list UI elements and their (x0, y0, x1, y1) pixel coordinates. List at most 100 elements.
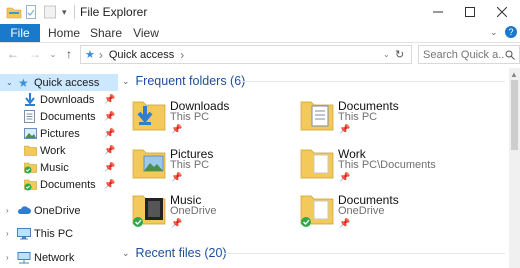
sidebar-item-label: Network (34, 251, 75, 264)
tile-location: This PC (170, 159, 210, 171)
download-folder-icon (25, 93, 35, 106)
network-icon (17, 251, 31, 263)
close-button[interactable] (486, 0, 518, 24)
pin-icon: 📌 (339, 172, 351, 182)
chevron-right-icon[interactable]: › (6, 206, 9, 215)
chevron-down-icon[interactable]: ⌄ (6, 78, 13, 87)
pin-icon: 📌 (339, 218, 351, 228)
star-icon: ★ (18, 75, 29, 90)
folder-icon (300, 149, 334, 179)
address-dropdown-icon[interactable]: ⌄ (383, 50, 390, 59)
recent-locations-icon[interactable]: ⌄ (46, 47, 60, 61)
breadcrumb-quick-access[interactable]: Quick access (109, 49, 174, 61)
scroll-up-icon[interactable]: ▲ (510, 70, 518, 79)
tab-file[interactable]: File (0, 24, 40, 42)
tile-location: This PC (338, 111, 378, 123)
new-folder-icon[interactable] (44, 4, 56, 20)
sidebar-item-documents-onedrive[interactable]: Documents 📌 (0, 176, 118, 193)
computer-icon (17, 227, 31, 239)
music-folder-icon (132, 195, 166, 227)
address-row: ← → ⌄ ↑ ★ › Quick access › ⌄ ↻ (0, 42, 520, 65)
back-button[interactable]: ← (6, 47, 20, 61)
sidebar-item-pictures[interactable]: Pictures 📌 (0, 125, 118, 142)
group-divider (224, 253, 505, 254)
forward-button[interactable]: → (28, 47, 42, 61)
pin-icon: 📌 (171, 172, 183, 182)
pin-icon: 📌 (104, 128, 116, 138)
group-header-frequent[interactable]: ⌄ Frequent folders (6) (118, 74, 245, 88)
chevron-right-icon[interactable]: › (6, 253, 9, 262)
help-icon[interactable]: ? (505, 26, 517, 38)
folder-tile-pictures[interactable]: Pictures This PC 📌 (130, 144, 300, 190)
title-bar: ▾ File Explorer (0, 0, 520, 24)
group-title: Recent files (20) (135, 246, 227, 260)
sidebar-item-label: Music (40, 161, 69, 174)
search-box (418, 45, 520, 64)
pictures-folder-icon (132, 149, 166, 179)
tile-location: This PC (170, 111, 210, 123)
sidebar-item-downloads[interactable]: Downloads 📌 (0, 91, 118, 108)
refresh-icon[interactable]: ↻ (395, 48, 404, 61)
ribbon-tabs: File Home Share View ⌄ ? (0, 24, 520, 42)
sidebar-item-network[interactable]: › Network (0, 249, 118, 266)
pin-icon: 📌 (339, 124, 351, 134)
scroll-thumb[interactable] (511, 80, 518, 150)
chevron-down-icon[interactable]: ⌄ (122, 248, 130, 259)
breadcrumb-separator[interactable]: › (180, 48, 184, 62)
sidebar-item-quick-access[interactable]: ⌄ ★ Quick access (0, 74, 118, 91)
tab-share[interactable]: Share (86, 24, 126, 42)
search-icon[interactable] (505, 50, 515, 60)
pin-icon: 📌 (104, 162, 116, 172)
sidebar-item-label: OneDrive (34, 204, 81, 217)
sidebar-item-music[interactable]: Music 📌 (0, 159, 118, 176)
sidebar-item-label: This PC (34, 227, 74, 240)
maximize-button[interactable] (454, 0, 486, 24)
sidebar-item-label: Pictures (40, 127, 80, 140)
chevron-right-icon[interactable]: › (6, 229, 9, 238)
sidebar-item-label: Work (40, 144, 66, 157)
tab-home[interactable]: Home (42, 24, 86, 42)
group-divider (240, 81, 505, 82)
documents-folder-icon (300, 101, 334, 131)
sidebar-item-label: Documents (40, 178, 96, 191)
pin-icon: 📌 (104, 111, 116, 121)
sidebar-item-documents[interactable]: Documents 📌 (0, 108, 118, 125)
folder-synced-icon (24, 179, 37, 190)
pin-icon: 📌 (171, 218, 183, 228)
title-divider (74, 5, 75, 19)
properties-icon[interactable] (26, 4, 36, 20)
tile-location: This PC\Documents (338, 159, 436, 171)
minimize-button[interactable] (422, 0, 454, 24)
pin-icon: 📌 (104, 145, 116, 155)
sidebar-item-work[interactable]: Work 📌 (0, 142, 118, 159)
breadcrumb-separator[interactable]: › (99, 48, 103, 62)
folder-synced-icon (24, 162, 37, 173)
sidebar-item-label: Documents (40, 110, 96, 123)
pictures-folder-icon (24, 128, 37, 139)
folder-tile-documents-onedrive[interactable]: Documents OneDrive 📌 (298, 190, 498, 236)
star-icon: ★ (85, 49, 95, 61)
tab-view[interactable]: View (128, 24, 164, 42)
download-folder-icon (132, 101, 166, 131)
expand-ribbon-icon[interactable]: ⌄ (490, 27, 498, 38)
folder-icon (6, 4, 22, 20)
navigation-pane: ⌄ ★ Quick access Downloads 📌 Documents 📌… (0, 68, 118, 268)
group-title: Frequent folders (6) (135, 74, 246, 88)
folder-tile-documents[interactable]: Documents This PC 📌 (298, 96, 498, 142)
pin-icon: 📌 (104, 179, 116, 189)
folder-tile-downloads[interactable]: Downloads This PC 📌 (130, 96, 300, 142)
sidebar-item-this-pc[interactable]: › This PC (0, 225, 118, 242)
address-bar[interactable]: ★ › Quick access › ⌄ ↻ (80, 45, 412, 64)
pin-icon: 📌 (171, 124, 183, 134)
group-header-recent[interactable]: ⌄ Recent files (20) (118, 246, 227, 260)
folder-tile-work[interactable]: Work This PC\Documents 📌 (298, 144, 498, 190)
search-input[interactable] (419, 48, 505, 61)
tile-location: OneDrive (170, 205, 217, 217)
customize-toolbar-icon[interactable]: ▾ (62, 4, 67, 20)
chevron-down-icon[interactable]: ⌄ (122, 76, 130, 87)
documents-folder-icon (24, 110, 35, 123)
folder-tile-music[interactable]: Music OneDrive 📌 (130, 190, 300, 236)
window-title: File Explorer (80, 5, 148, 19)
sidebar-item-onedrive[interactable]: › OneDrive (0, 202, 118, 219)
up-button[interactable]: ↑ (62, 47, 76, 61)
